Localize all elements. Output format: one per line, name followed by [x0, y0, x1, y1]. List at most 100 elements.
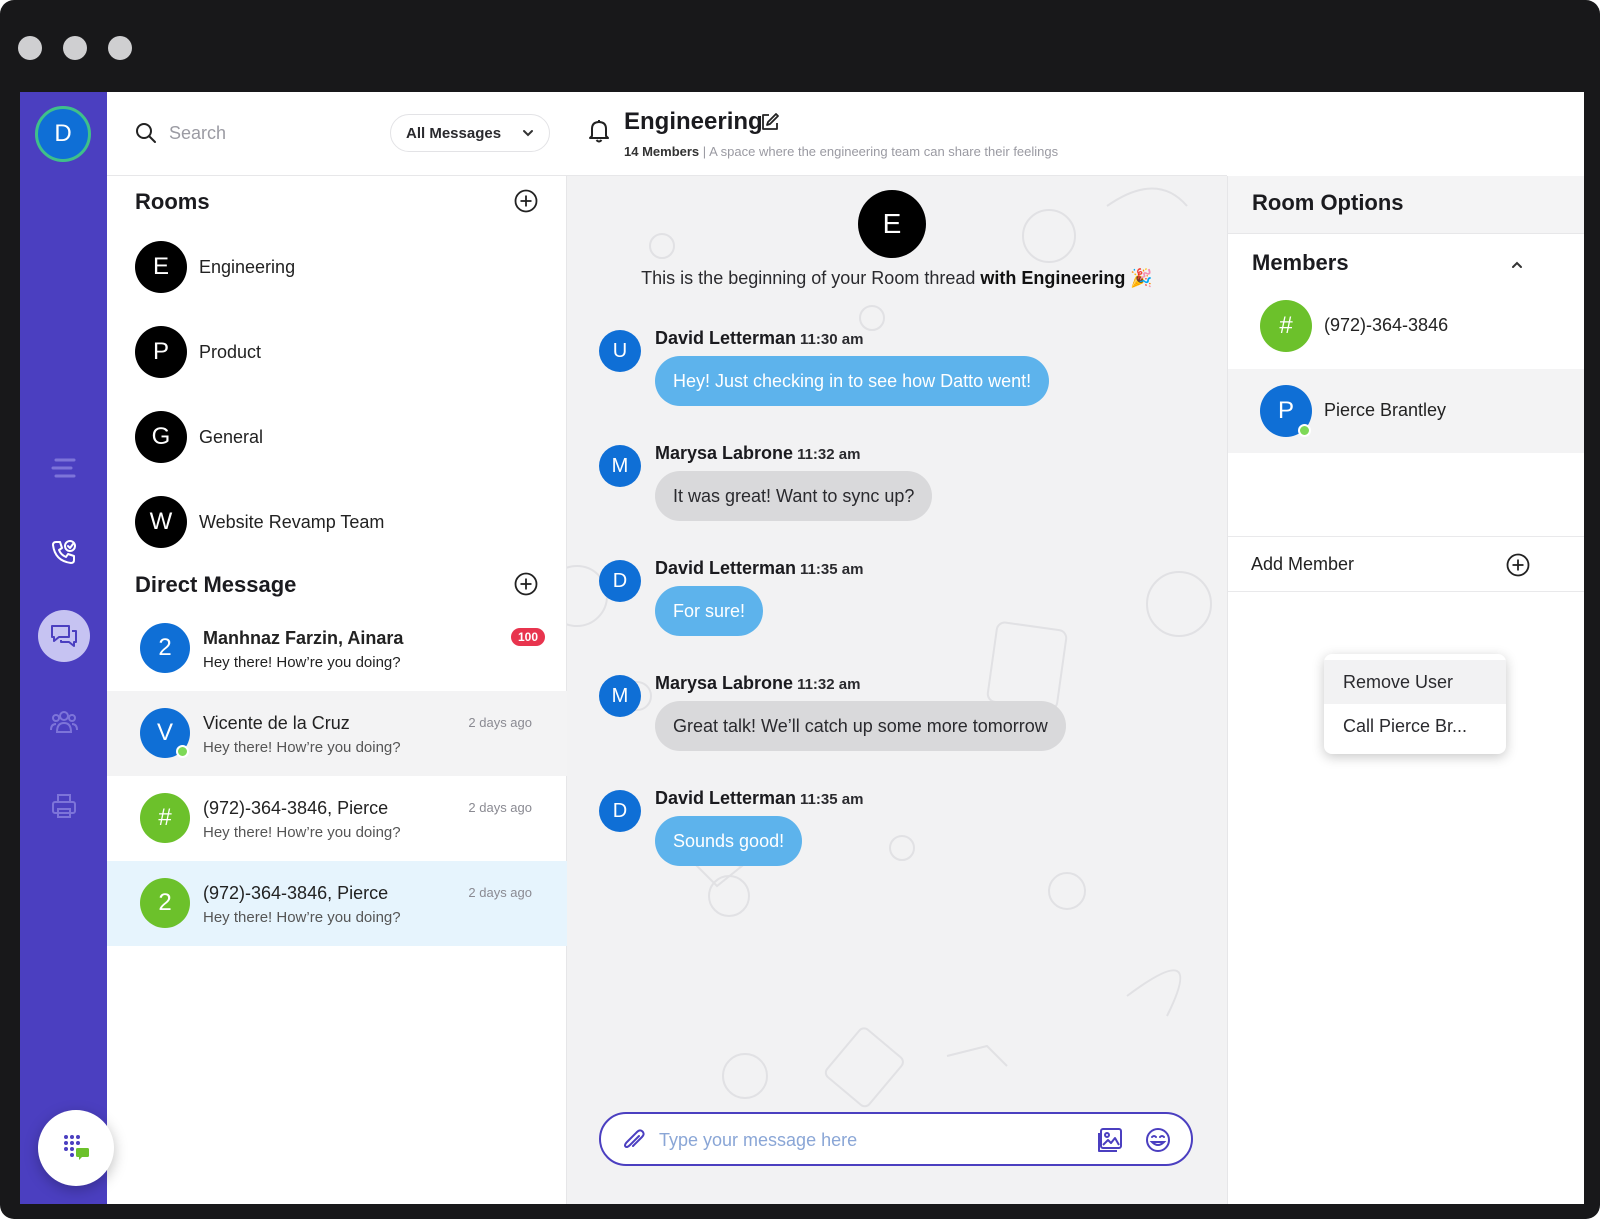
message-meta: Marysa Labrone 11:32 am — [655, 673, 860, 694]
direct-message-heading: Direct Message — [135, 572, 297, 597]
conversation-time: 2 days ago — [468, 885, 532, 900]
search-icon — [135, 122, 157, 149]
conversation-time: 2 days ago — [468, 715, 532, 730]
message-bubble[interactable]: Hey! Just checking in to see how Datto w… — [655, 356, 1050, 406]
dialer-button[interactable] — [38, 1110, 114, 1186]
window-close-dot[interactable] — [18, 36, 42, 60]
room-subtitle: 14 Members | A space where the engineeri… — [624, 144, 1058, 159]
message-bubble[interactable]: For sure! — [655, 586, 764, 636]
room-name: General — [199, 426, 264, 447]
message-input[interactable] — [659, 1126, 1079, 1154]
message-bubble[interactable]: Sounds good! — [655, 816, 803, 866]
message-composer — [599, 1112, 1193, 1166]
message-preview: Hey there! How’re you doing? — [203, 909, 401, 926]
contact-avatar: # — [140, 793, 190, 843]
room-title: Engineering — [624, 108, 763, 135]
online-status-dot — [176, 745, 189, 758]
member-list-item[interactable]: P Pierce Brantley — [1228, 369, 1584, 453]
add-direct-message-icon[interactable] — [514, 572, 538, 596]
calls-nav-icon[interactable] — [40, 528, 88, 576]
message-preview: Hey there! How’re you doing? — [203, 824, 401, 841]
activity-nav-icon[interactable] — [40, 444, 88, 492]
room-options-panel: Room Options Members # (972)-364-3846 P Pie… — [1227, 176, 1584, 1204]
conversation-title: Vicente de la Cruz — [203, 713, 350, 733]
room-options-title: Room Options — [1252, 190, 1404, 215]
room-list-item[interactable]: P Product — [135, 322, 555, 382]
room-list-item[interactable]: W Website Revamp Team — [135, 492, 555, 552]
search-input[interactable] — [169, 118, 369, 148]
messages-nav-icon[interactable] — [38, 610, 90, 662]
message-time: 11:30 am — [800, 331, 864, 348]
remove-user-menu-item[interactable]: Remove User — [1324, 660, 1506, 704]
conversation-title: (972)-364-3846, Pierce — [203, 798, 389, 818]
sender-avatar[interactable]: M — [599, 445, 641, 487]
chevron-up-icon[interactable] — [1510, 258, 1524, 277]
message-meta: David Letterman 11:30 am — [655, 328, 863, 349]
conversation-title: (972)-364-3846, Pierce — [203, 883, 389, 903]
window-maximize-dot[interactable] — [108, 36, 132, 60]
edit-room-icon[interactable] — [760, 112, 780, 137]
direct-message-item[interactable]: 2 (972)-364-3846, Pierce Hey there! How’re… — [107, 861, 567, 946]
add-room-icon[interactable] — [514, 189, 538, 213]
room-name: Product — [199, 341, 262, 362]
member-list-item[interactable]: # (972)-364-3846 — [1228, 284, 1584, 368]
conversation-title: Manhnaz Farzin, Ainara — [203, 628, 404, 648]
message-time: 11:35 am — [800, 791, 864, 808]
app-screen: D Al — [20, 92, 1584, 1204]
thread-intro: This is the beginning of your Room threa… — [567, 268, 1227, 289]
direct-message-item[interactable]: V Vicente de la Cruz Hey there! How’re you… — [107, 691, 567, 776]
online-status-dot — [1298, 424, 1311, 437]
room-list-item[interactable]: E Engineering — [135, 237, 555, 297]
window-minimize-dot[interactable] — [63, 36, 87, 60]
image-upload-icon[interactable] — [1096, 1126, 1124, 1159]
room-list-item[interactable]: G General — [135, 407, 555, 467]
direct-message-item[interactable]: 2 Manhnaz Farzin, Ainara Hey there! How’re… — [107, 606, 567, 691]
message-meta: David Letterman 11:35 am — [655, 788, 863, 809]
chevron-down-icon — [521, 126, 535, 144]
chat-header: Engineering 14 Members | A space where t… — [567, 92, 1227, 176]
filter-label: All Messages — [406, 124, 502, 142]
conversation-time: 2 days ago — [468, 800, 532, 815]
sender-avatar[interactable]: M — [599, 675, 641, 717]
sender-avatar[interactable]: D — [599, 790, 641, 832]
room-name: Engineering — [199, 256, 296, 277]
add-member-row[interactable]: Add Member — [1228, 536, 1584, 592]
member-name: Pierce Brantley — [1324, 400, 1447, 420]
sender-name: Marysa Labrone — [655, 673, 794, 693]
rooms-heading: Rooms — [135, 189, 210, 214]
attachment-icon[interactable] — [621, 1127, 647, 1158]
add-member-label: Add Member — [1251, 554, 1355, 574]
thread-room-avatar: E — [858, 190, 926, 258]
message-bubble[interactable]: Great talk! We’ll catch up some more tom… — [655, 701, 1066, 751]
room-avatar: P — [135, 326, 187, 378]
add-member-icon[interactable] — [1506, 553, 1530, 582]
room-description: A space where the engineering team can s… — [709, 144, 1059, 159]
message-filter-dropdown[interactable]: All Messages — [390, 114, 550, 152]
message-time: 11:32 am — [797, 676, 861, 693]
message-bubble[interactable]: It was great! Want to sync up? — [655, 471, 933, 521]
window-frame: D Al — [0, 0, 1600, 1219]
message-time: 11:32 am — [797, 446, 861, 463]
direct-message-item[interactable]: # (972)-364-3846, Pierce Hey there! How’re… — [107, 776, 567, 861]
bell-icon[interactable] — [587, 118, 611, 149]
contact-avatar: 2 — [140, 623, 190, 673]
fax-nav-icon[interactable] — [40, 782, 88, 830]
thread-intro-text: This is the beginning of your Room threa… — [641, 268, 976, 288]
user-avatar[interactable]: D — [35, 106, 91, 162]
contacts-nav-icon[interactable] — [40, 698, 88, 746]
search-bar: All Messages — [107, 92, 567, 176]
members-count: 14 Members — [624, 144, 700, 159]
sender-name: David Letterman — [655, 328, 797, 348]
room-options-header: Room Options — [1228, 176, 1584, 234]
room-avatar: W — [135, 496, 187, 548]
sender-avatar[interactable]: D — [599, 560, 641, 602]
thread-intro-room: with Engineering — [980, 268, 1126, 288]
sender-avatar[interactable]: U — [599, 330, 641, 372]
nav-rail: D — [20, 92, 107, 1204]
members-heading: Members — [1252, 250, 1349, 275]
member-avatar: # — [1260, 300, 1312, 352]
emoji-icon[interactable] — [1144, 1126, 1172, 1159]
call-member-menu-item[interactable]: Call Pierce Br... — [1324, 704, 1506, 748]
room-name: Website Revamp Team — [199, 511, 385, 532]
room-avatar: G — [135, 411, 187, 463]
